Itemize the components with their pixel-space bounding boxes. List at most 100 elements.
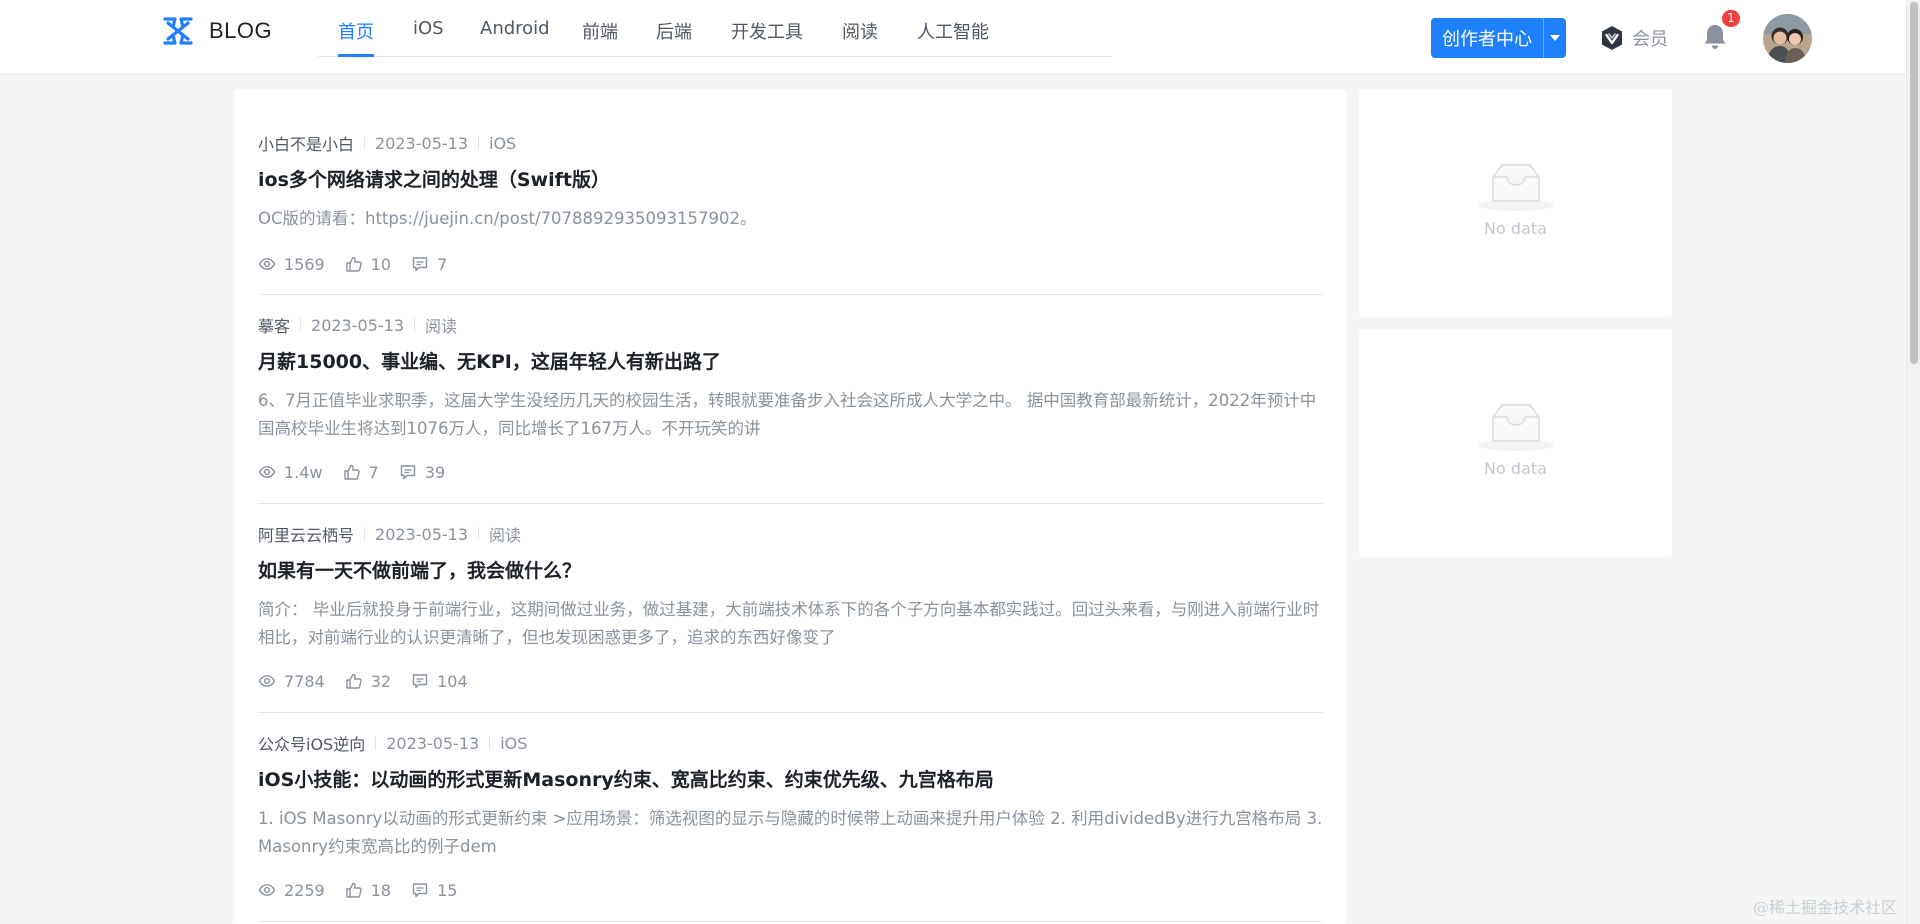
thumbs-up-icon [346,882,362,898]
article-title[interactable]: 如果有一天不做前端了，我会做什么？ [258,556,581,583]
empty-state-text: No data [1484,219,1547,238]
article-item[interactable]: 公众号iOS逆向 2023-05-13 iOS iOS小技能：以动画的形式更新M… [258,732,1323,922]
article-date: 2023-05-13 [386,733,480,753]
article-abstract[interactable]: 6、7月正值毕业求职季，这届大学生没经历几天的校园生活，转眼就要准备步入社会这所… [258,387,1323,443]
view-count: 1569 [258,255,325,274]
nav-ios[interactable]: iOS [413,18,444,39]
page-scrollbar[interactable] [1906,0,1920,924]
view-count-value: 1.4w [284,462,323,482]
view-count: 2259 [258,881,325,900]
nav-home[interactable]: 首页 [338,18,374,44]
view-count-value: 2259 [284,880,325,900]
nav-backend[interactable]: 后端 [656,18,692,44]
creator-center-button[interactable]: 创作者中心 [1431,18,1566,58]
nav-ai[interactable]: 人工智能 [917,18,989,44]
comment-button[interactable]: 7 [411,255,447,274]
article-title[interactable]: ios多个网络请求之间的处理（Swift版） [258,165,610,192]
like-button[interactable]: 18 [345,881,391,900]
article-item[interactable]: 摹客 2023-05-13 阅读 月薪15000、事业编、无KPI，这届年轻人有… [258,314,1323,504]
empty-state: No data [1359,159,1672,238]
article-stats: 1569 10 7 [258,253,467,275]
article-tag[interactable]: 阅读 [425,313,457,337]
article-abstract[interactable]: 1. iOS Masonry以动画的形式更新约束 >应用场景：筛选视图的显示与隐… [258,805,1323,861]
article-meta: 小白不是小白 2023-05-13 iOS [258,131,516,155]
view-count-value: 1569 [284,254,325,274]
like-count-value: 7 [368,462,379,482]
chevron-down-icon [1550,35,1560,41]
nav-devtools[interactable]: 开发工具 [731,18,803,44]
eye-icon [258,884,276,896]
comment-count-value: 104 [437,671,468,691]
bell-icon[interactable] [1700,22,1730,52]
watermark: @稀土掘金技术社区 [1753,898,1898,917]
article-feed: 小白不是小白 2023-05-13 iOS ios多个网络请求之间的处理（Swi… [234,89,1347,924]
thumbs-up-icon [346,673,362,689]
sidebar-card: No data [1359,329,1672,557]
vip-label: 会员 [1632,29,1668,50]
creator-dropdown-toggle[interactable] [1544,35,1566,41]
article-title[interactable]: 月薪15000、事业编、无KPI，这届年轻人有新出路了 [258,347,721,374]
eye-icon [258,675,276,687]
comment-count-value: 7 [437,254,448,274]
comment-button[interactable]: 39 [399,463,445,482]
comment-icon [412,674,428,689]
like-count-value: 10 [370,254,392,274]
article-date: 2023-05-13 [375,524,468,544]
article-abstract[interactable]: OC版的请看：https://juejin.cn/post/7078892935… [258,205,1323,233]
thumbs-up-icon [346,256,362,272]
meta-divider [364,136,366,150]
meta-divider [414,318,415,332]
article-stats: 2259 18 15 [258,879,477,901]
comment-icon [412,883,428,898]
comment-icon [412,257,428,272]
view-count: 7784 [258,672,325,691]
main-nav: 首页 iOS Android 前端 后端 开发工具 阅读 人工智能 [318,0,1112,57]
notification-badge: 1 [1722,10,1740,27]
meta-divider [375,736,377,750]
article-tag[interactable]: iOS [500,734,527,753]
comment-button[interactable]: 104 [411,672,468,691]
eye-icon [258,466,276,478]
nav-active-indicator [338,54,374,57]
article-date: 2023-05-13 [375,133,468,153]
scrollbar-thumb[interactable] [1910,2,1918,364]
article-stats: 1.4w 7 39 [258,461,465,483]
like-button[interactable]: 7 [343,463,379,482]
user-avatar[interactable] [1763,14,1812,63]
meta-divider [300,318,302,332]
empty-inbox-icon [1477,164,1554,211]
nav-reading[interactable]: 阅读 [842,18,878,44]
like-count-value: 18 [370,880,392,900]
meta-divider [489,736,491,750]
nav-android[interactable]: Android [480,18,550,39]
article-author[interactable]: 摹客 [258,313,290,337]
nav-frontend[interactable]: 前端 [582,18,618,44]
comment-button[interactable]: 15 [411,881,457,900]
creator-center-label: 创作者中心 [1442,29,1532,50]
article-author[interactable]: 小白不是小白 [258,131,354,155]
article-author[interactable]: 公众号iOS逆向 [258,731,365,755]
view-count: 1.4w [258,463,323,482]
like-count-value: 32 [370,671,392,691]
article-title[interactable]: iOS小技能：以动画的形式更新Masonry约束、宽高比约束、约束优先级、九宫格… [258,765,994,792]
comment-icon [400,465,415,480]
article-item[interactable]: 阿里云云栖号 2023-05-13 阅读 如果有一天不做前端了，我会做什么？ 简… [258,523,1323,713]
article-item[interactable]: 小白不是小白 2023-05-13 iOS ios多个网络请求之间的处理（Swi… [258,132,1323,295]
article-date: 2023-05-13 [311,315,404,335]
article-meta: 阿里云云栖号 2023-05-13 阅读 [258,522,521,546]
article-meta: 摹客 2023-05-13 阅读 [258,313,457,337]
article-tag[interactable]: iOS [489,134,516,153]
empty-state: No data [1359,399,1672,478]
article-author[interactable]: 阿里云云栖号 [258,522,354,546]
logo-text: BLOG [209,18,273,43]
article-tag[interactable]: 阅读 [489,522,521,546]
logo-icon [163,17,193,45]
logo[interactable]: BLOG [160,13,272,49]
empty-state-text: No data [1484,459,1547,478]
meta-divider [478,136,479,150]
meta-divider [364,527,366,541]
article-abstract[interactable]: 简介： 毕业后就投身于前端行业，这期间做过业务，做过基建，大前端技术体系下的各个… [258,596,1323,652]
like-button[interactable]: 10 [345,255,391,274]
like-button[interactable]: 32 [345,672,391,691]
vip-entry[interactable]: 会员 [1598,24,1668,52]
